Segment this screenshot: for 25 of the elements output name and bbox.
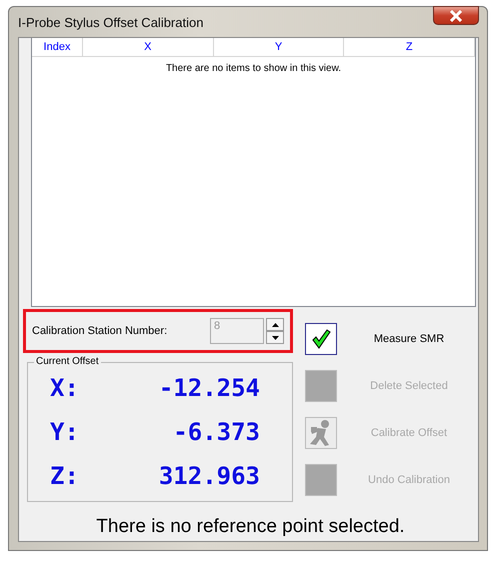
up-arrow-icon bbox=[272, 322, 278, 326]
offset-value: -12.254 bbox=[158, 374, 260, 402]
close-button[interactable] bbox=[433, 6, 479, 25]
check-button[interactable] bbox=[305, 323, 337, 355]
column-header[interactable]: Index bbox=[32, 38, 83, 56]
axis-label: Y: bbox=[50, 418, 80, 446]
group-title: Current Offset bbox=[34, 356, 101, 367]
empty-message: There are no items to show in this view. bbox=[164, 63, 342, 74]
axis-label: X: bbox=[50, 374, 80, 402]
offset-value: 312.963 bbox=[158, 462, 260, 490]
offset-value: -6.373 bbox=[172, 418, 260, 446]
axis-label: Z: bbox=[50, 462, 80, 490]
close-icon bbox=[449, 10, 463, 22]
action-label: Undo Calibration bbox=[367, 474, 451, 486]
column-header[interactable]: X bbox=[83, 38, 214, 56]
status-message: There is no reference point selected. bbox=[95, 516, 406, 538]
station-label: Calibration Station Number: bbox=[32, 325, 168, 337]
window-title: I-Probe Stylus Offset Calibration bbox=[18, 15, 204, 30]
down-arrow-icon bbox=[272, 336, 278, 340]
action-label: Delete Selected bbox=[369, 380, 449, 392]
column-header[interactable]: Y bbox=[214, 38, 344, 56]
column-header[interactable]: Z bbox=[344, 38, 476, 56]
checkmark-icon bbox=[311, 329, 331, 349]
action-label: Calibrate Offset bbox=[370, 427, 448, 439]
action-label: Measure SMR bbox=[372, 333, 446, 345]
